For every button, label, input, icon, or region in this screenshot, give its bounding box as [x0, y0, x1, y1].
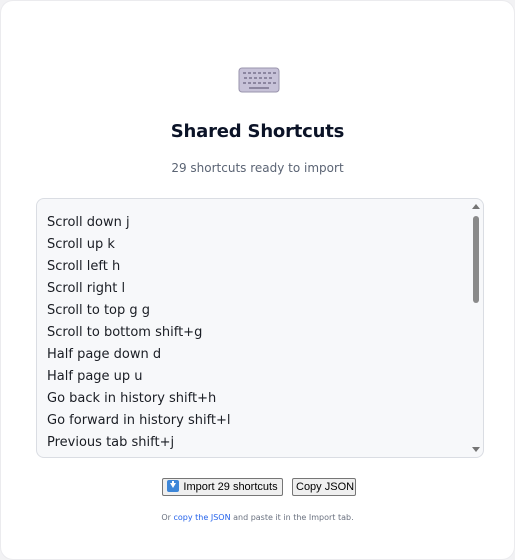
scroll-down-arrow-icon[interactable]	[472, 447, 480, 452]
list-item: Previous tab shift+j	[47, 435, 175, 450]
list-item: Scroll down j	[47, 215, 130, 230]
copy-json-link[interactable]: copy the JSON	[174, 513, 231, 522]
share-card: Shared Shortcuts 29 shortcuts ready to i…	[1, 1, 514, 559]
scrollbar-thumb[interactable]	[473, 216, 479, 303]
page-title: Shared Shortcuts	[170, 121, 345, 142]
footer-note: Or copy the JSON and paste it in the Imp…	[1, 513, 514, 522]
list-item: Half page down d	[47, 347, 162, 362]
list-item: Scroll up k	[47, 237, 115, 252]
list-item: Go back in history shift+h	[47, 391, 217, 406]
list-scrollbar[interactable]	[469, 199, 483, 457]
shortcut-count-subtitle: 29 shortcuts ready to import	[171, 161, 344, 175]
list-item: Scroll to bottom shift+g	[47, 325, 203, 340]
list-item: Go forward in history shift+l	[47, 413, 231, 428]
shortcut-list: Scroll down j Scroll up k Scroll left h …	[47, 212, 231, 454]
footer-prefix: Or	[161, 513, 174, 522]
import-button-label: Import 29 shortcuts	[183, 481, 278, 493]
copy-json-button[interactable]: Copy JSON	[292, 478, 356, 496]
scroll-up-arrow-icon[interactable]	[472, 204, 480, 209]
list-item: Half page up u	[47, 369, 143, 384]
list-item: Scroll right l	[47, 281, 126, 296]
list-item: Scroll to top g g	[47, 303, 151, 318]
import-shortcuts-button[interactable]: Import 29 shortcuts	[162, 478, 283, 496]
shortcut-list-box[interactable]: Scroll down j Scroll up k Scroll left h …	[36, 198, 484, 458]
keyboard-icon	[238, 67, 280, 93]
download-icon	[167, 480, 180, 492]
footer-suffix: and paste it in the Import tab.	[230, 513, 354, 522]
list-item: Scroll left h	[47, 259, 121, 274]
